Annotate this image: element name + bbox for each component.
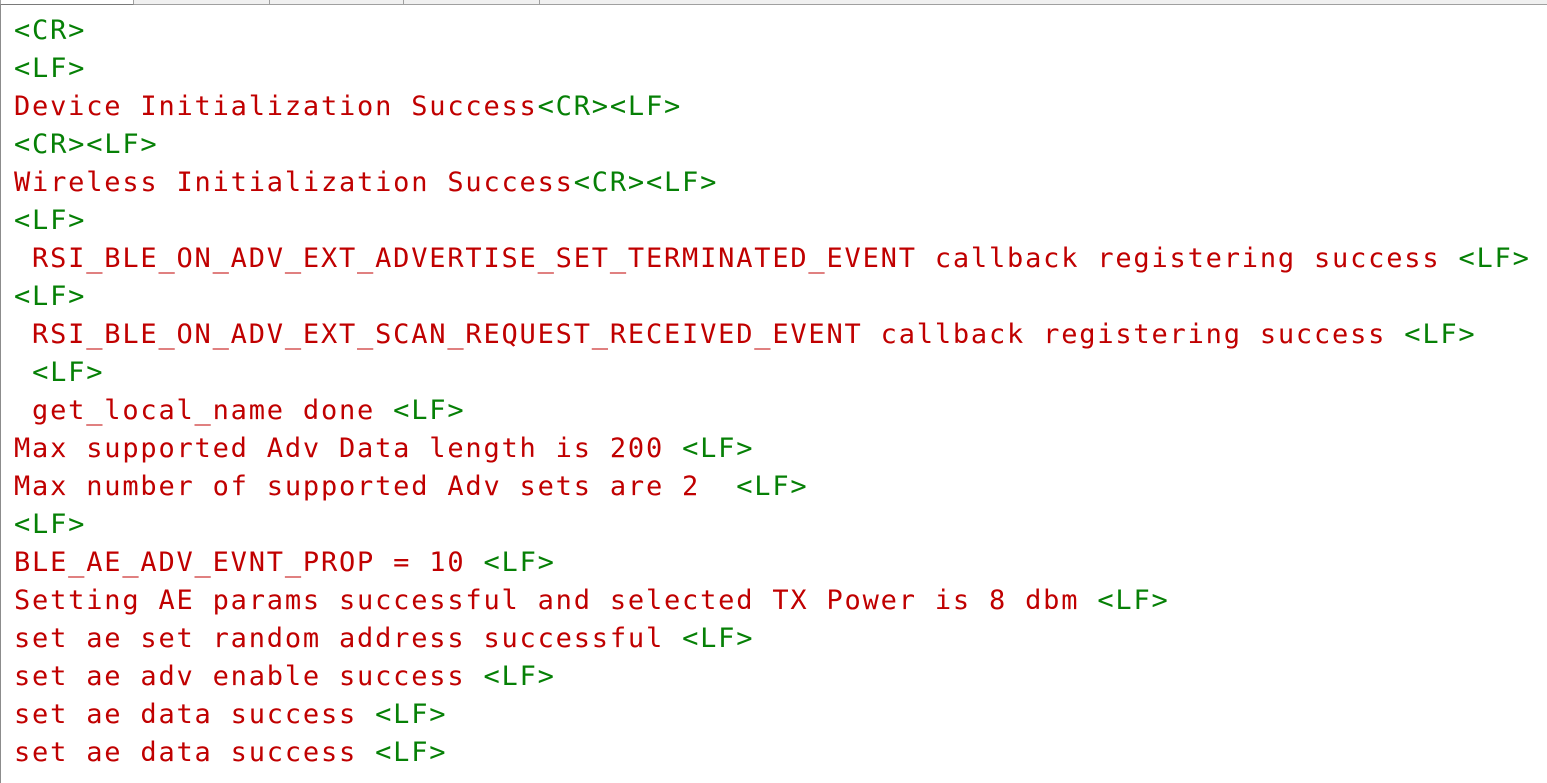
control-char-marker: <CR> xyxy=(14,15,87,46)
control-char-marker: <LF> xyxy=(682,433,755,464)
log-message-text xyxy=(14,357,32,388)
log-line: Max supported Adv Data length is 200 <LF… xyxy=(14,430,1531,468)
log-line: set ae data success <LF> xyxy=(14,696,1531,734)
log-line: set ae adv enable success <LF> xyxy=(14,658,1531,696)
log-message-text: set ae data success xyxy=(14,737,376,768)
log-line: BLE_AE_ADV_EVNT_PROP = 10 <LF> xyxy=(14,544,1531,582)
log-message-text: set ae data success xyxy=(14,699,376,730)
log-message-text: Device Initialization Success xyxy=(14,91,538,122)
control-char-marker: <LF> xyxy=(1458,243,1531,274)
control-char-marker: <CR><LF> xyxy=(537,91,683,122)
control-char-marker: <CR><LF> xyxy=(573,167,719,198)
terminal-output-pane[interactable]: <CR> <LF> Device Initialization Success<CR… xyxy=(0,5,1547,783)
log-line: set ae data success <LF> xyxy=(14,734,1531,772)
control-char-marker: <LF> xyxy=(393,395,466,426)
log-message-text: Max supported Adv Data length is 200 xyxy=(14,433,683,464)
log-line: <LF> xyxy=(14,354,1531,392)
log-line: Setting AE params successful and selecte… xyxy=(14,582,1531,620)
control-char-marker: <LF> xyxy=(1404,319,1477,350)
log-message-text: Wireless Initialization Success xyxy=(14,167,574,198)
log-line: <LF> xyxy=(14,506,1531,544)
control-char-marker: <LF> xyxy=(682,623,755,654)
log-message-text: Max number of supported Adv sets are 2 xyxy=(14,471,737,502)
log-message-text: BLE_AE_ADV_EVNT_PROP = 10 xyxy=(14,547,484,578)
control-char-marker: <LF> xyxy=(483,661,556,692)
control-char-marker: <CR><LF> xyxy=(14,129,159,160)
log-message-text: set ae set random address successful xyxy=(14,623,683,654)
control-char-marker: <LF> xyxy=(14,281,87,312)
control-char-marker: <LF> xyxy=(14,509,87,540)
log-line: <CR> xyxy=(14,12,1531,50)
log-line: Wireless Initialization Success<CR><LF> xyxy=(14,164,1531,202)
control-char-marker: <LF> xyxy=(375,699,448,730)
control-char-marker: <LF> xyxy=(14,205,87,236)
log-line: get_local_name done <LF> xyxy=(14,392,1531,430)
log-message-text: get_local_name done xyxy=(14,395,394,426)
log-message-text: Setting AE params successful and selecte… xyxy=(14,585,1098,616)
log-line: set ae set random address successful <LF… xyxy=(14,620,1531,658)
control-char-marker: <LF> xyxy=(483,547,556,578)
log-line: RSI_BLE_ON_ADV_EXT_ADVERTISE_SET_TERMINA… xyxy=(14,240,1531,278)
log-line: <LF> xyxy=(14,50,1531,88)
log-line: <LF> xyxy=(14,278,1531,316)
control-char-marker: <LF> xyxy=(14,53,87,84)
log-line: <CR><LF> xyxy=(14,126,1531,164)
control-char-marker: <LF> xyxy=(736,471,809,502)
control-char-marker: <LF> xyxy=(32,357,105,388)
log-message-text: set ae adv enable success xyxy=(14,661,484,692)
control-char-marker: <LF> xyxy=(375,737,448,768)
log-line: <LF> xyxy=(14,202,1531,240)
log-lines: <CR> <LF> Device Initialization Success<CR… xyxy=(14,12,1531,772)
log-line: RSI_BLE_ON_ADV_EXT_SCAN_REQUEST_RECEIVED… xyxy=(14,316,1531,354)
log-line: Device Initialization Success<CR><LF> xyxy=(14,88,1531,126)
log-line: Max number of supported Adv sets are 2 <… xyxy=(14,468,1531,506)
log-message-text: RSI_BLE_ON_ADV_EXT_SCAN_REQUEST_RECEIVED… xyxy=(14,319,1405,350)
control-char-marker: <LF> xyxy=(1097,585,1170,616)
log-message-text: RSI_BLE_ON_ADV_EXT_ADVERTISE_SET_TERMINA… xyxy=(14,243,1459,274)
